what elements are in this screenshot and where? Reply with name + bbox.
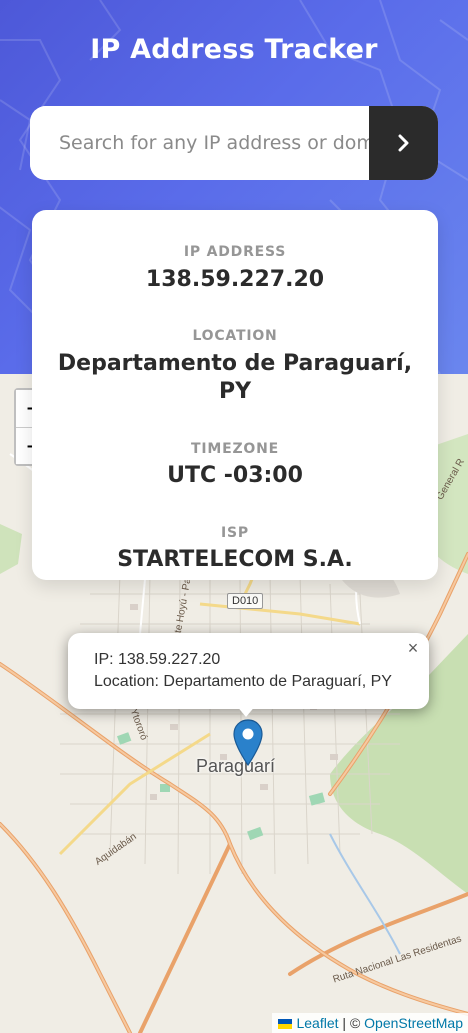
map-popup: IP: 138.59.227.20 Location: Departamento… [68, 633, 429, 709]
ip-address-value: 138.59.227.20 [145, 267, 325, 292]
chevron-right-icon [398, 134, 408, 152]
isp-label: ISP [221, 525, 249, 541]
isp-value: STARTELECOM S.A. [117, 547, 353, 572]
search-form [30, 106, 438, 180]
timezone-value: UTC -03:00 [167, 463, 303, 488]
popup-close-button[interactable]: × [405, 639, 421, 657]
search-submit-button[interactable] [369, 106, 438, 180]
popup-tip [236, 705, 256, 717]
ip-address-label: IP ADDRESS [183, 244, 287, 260]
search-input[interactable] [30, 106, 369, 180]
popup-ip-line: IP: 138.59.227.20 [94, 651, 221, 668]
location-value: Departamento de Paraguarí, PY [57, 351, 413, 404]
location-label: LOCATION [192, 328, 278, 344]
map-marker-icon[interactable] [233, 719, 263, 767]
page-title: IP Address Tracker [90, 34, 378, 65]
app: Aquidabán Ytororó Ruta Nacional Las Resi… [0, 0, 468, 1033]
attribution-separator: | © [338, 1015, 365, 1031]
ip-info-card: IP ADDRESS 138.59.227.20 LOCATION Depart… [32, 210, 438, 580]
popup-location-line: Location: Departamento de Paraguarí, PY [94, 673, 392, 690]
ukraine-flag-icon [278, 1019, 293, 1029]
leaflet-link[interactable]: Leaflet [296, 1015, 338, 1031]
road-shield-d010: D010 [227, 593, 264, 609]
openstreetmap-link[interactable]: OpenStreetMap [364, 1015, 463, 1031]
timezone-label: TIMEZONE [191, 441, 279, 457]
map-attribution: Leaflet | © OpenStreetMap [272, 1013, 468, 1033]
